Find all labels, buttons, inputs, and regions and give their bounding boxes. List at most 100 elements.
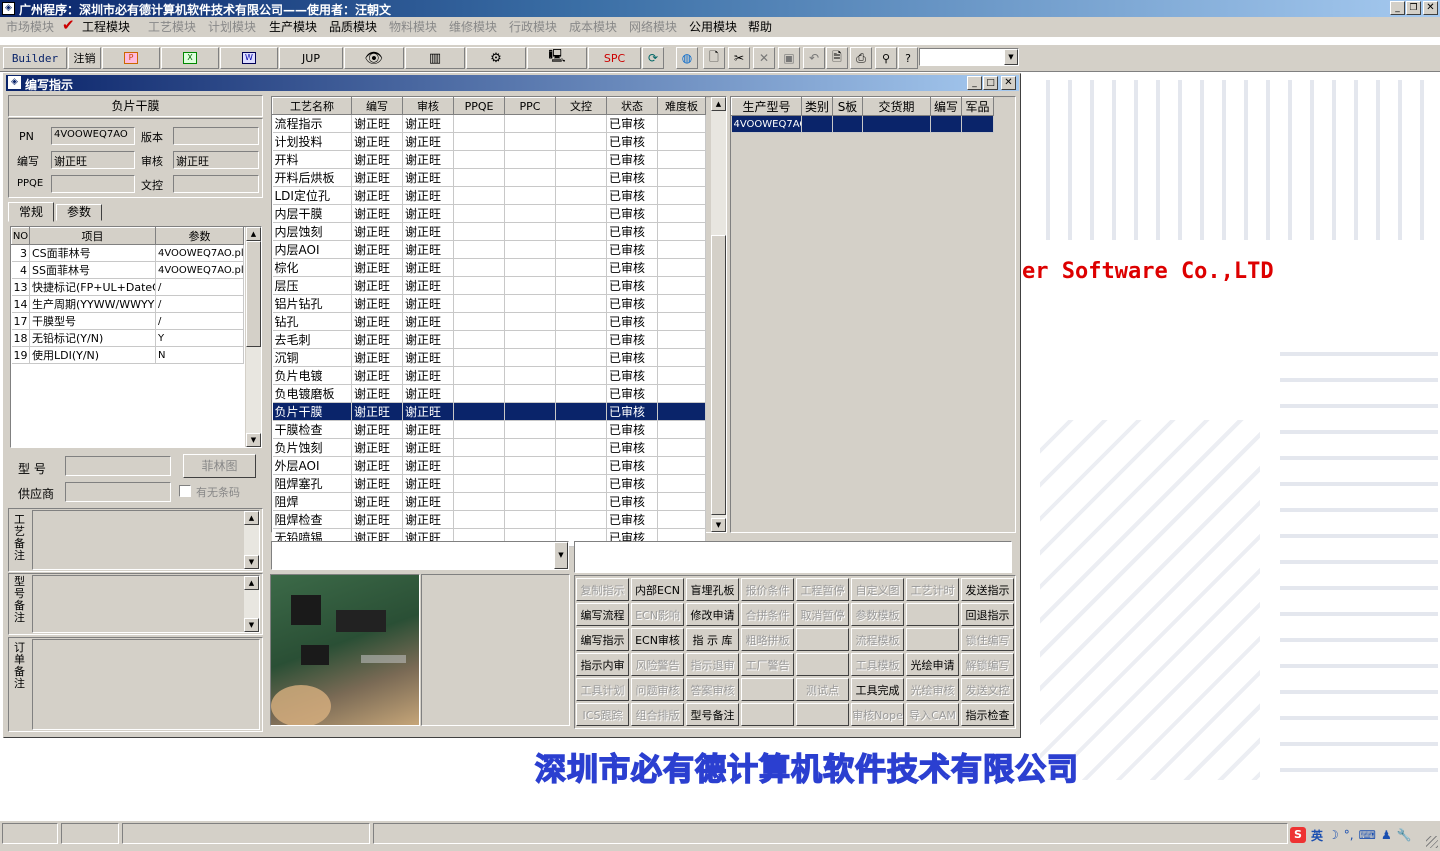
order-col-header[interactable]: 生产型号 <box>731 97 802 116</box>
word-icon[interactable]: W <box>220 47 278 69</box>
left-combo[interactable]: ▼ <box>271 541 569 570</box>
scroll-up-icon[interactable]: ▲ <box>244 576 259 590</box>
punctuation-icon[interactable]: °, <box>1344 828 1354 842</box>
barcode-checkbox[interactable] <box>179 485 191 497</box>
action-button[interactable]: 工厂警告 <box>741 653 794 676</box>
tab-general[interactable]: 常规 <box>8 202 54 222</box>
ime-language[interactable]: 英 <box>1311 827 1323 844</box>
undo-icon[interactable]: ↶ <box>803 47 825 69</box>
minimize-button[interactable]: _ <box>1390 1 1405 15</box>
database-icon[interactable]: ▥ <box>405 47 465 69</box>
action-button[interactable] <box>796 703 849 726</box>
help-icon[interactable]: ? <box>898 47 918 69</box>
action-button[interactable]: 编写流程 <box>576 603 629 626</box>
process-col-header[interactable]: PPC <box>504 97 556 115</box>
author-field[interactable]: 谢正旺 <box>51 151 135 169</box>
table-row[interactable]: 计划投料 谢正旺 谢正旺 已审核 <box>272 132 706 151</box>
globe-icon[interactable]: ◍ <box>676 47 698 69</box>
action-button[interactable]: ECN影响 <box>631 603 684 626</box>
action-button[interactable] <box>796 653 849 676</box>
action-button[interactable]: 型号备注 <box>686 703 739 726</box>
powerpoint-icon[interactable]: P <box>102 47 160 69</box>
model-field[interactable] <box>65 456 171 476</box>
excel-icon[interactable]: X <box>161 47 219 69</box>
action-button[interactable]: 修改申请 <box>686 603 739 626</box>
order-col-header[interactable]: 军品 <box>961 97 994 116</box>
scroll-down-icon[interactable]: ▼ <box>244 618 259 632</box>
moon-icon[interactable]: ☽ <box>1328 828 1339 842</box>
logout-button[interactable]: 注销 <box>68 47 101 69</box>
wk-field[interactable] <box>173 175 259 193</box>
scroll-up-icon[interactable]: ▲ <box>244 511 259 525</box>
action-button[interactable] <box>906 628 959 651</box>
table-row[interactable]: LDI定位孔 谢正旺 谢正旺 已审核 <box>272 186 706 205</box>
new-file-icon[interactable]: 🗋 <box>703 47 725 69</box>
table-row[interactable]: 开料 谢正旺 谢正旺 已审核 <box>272 150 706 169</box>
action-button[interactable]: 回退指示 <box>961 603 1014 626</box>
action-button[interactable]: 参数模板 <box>851 603 904 626</box>
table-row[interactable]: 负电镀磨板 谢正旺 谢正旺 已审核 <box>272 384 706 403</box>
action-button[interactable]: 指示内审 <box>576 653 629 676</box>
param-scrollbar[interactable]: ▲ ▼ <box>245 227 261 447</box>
menu-cost[interactable]: 成本模块 <box>569 18 617 35</box>
sogou-icon[interactable]: S <box>1290 827 1306 843</box>
menu-engineering[interactable]: 工程模块 <box>82 18 130 35</box>
order-col-header[interactable]: 编写 <box>930 97 962 116</box>
film-button[interactable]: 菲林图 <box>183 454 256 478</box>
network-icon[interactable]: ⚙ <box>466 47 526 69</box>
action-button[interactable]: 复制指示 <box>576 578 629 601</box>
ppqe-field[interactable] <box>51 175 135 193</box>
action-button[interactable]: 合拼条件 <box>741 603 794 626</box>
process-col-header[interactable]: 编写 <box>351 97 403 115</box>
action-button[interactable]: ICS跟踪 <box>576 703 629 726</box>
table-row[interactable]: 3 CS面菲林号 4VOOWEQ7AO.plr <box>11 244 244 262</box>
table-row[interactable]: 阻焊 谢正旺 谢正旺 已审核 <box>272 492 706 511</box>
preview-icon[interactable]: 🗎 <box>826 47 848 69</box>
tab-params[interactable]: 参数 <box>56 204 102 221</box>
eye-icon[interactable]: 👁 <box>344 47 404 69</box>
process-col-header[interactable]: 难度板 <box>657 97 706 115</box>
action-button[interactable]: 指示检查 <box>961 703 1014 726</box>
action-button[interactable]: 工程暂停 <box>796 578 849 601</box>
process-col-header[interactable]: 工艺名称 <box>272 97 352 115</box>
action-button[interactable]: 光绘申请 <box>906 653 959 676</box>
scroll-up-icon[interactable]: ▲ <box>711 97 726 111</box>
pn-field[interactable]: 4VOOWEQ7AO <box>51 127 135 145</box>
cut-icon[interactable]: ✂ <box>728 47 750 69</box>
table-row[interactable]: 内层蚀刻 谢正旺 谢正旺 已审核 <box>272 222 706 241</box>
wrench-icon[interactable]: 🔧 <box>1397 828 1412 842</box>
menu-help[interactable]: 帮助 <box>748 18 772 35</box>
action-button[interactable]: 工艺计时 <box>906 578 959 601</box>
chevron-down-icon[interactable]: ▼ <box>554 542 568 569</box>
child-close-button[interactable]: ✕ <box>1001 76 1016 90</box>
table-row[interactable]: 内层AOI 谢正旺 谢正旺 已审核 <box>272 240 706 259</box>
table-row[interactable]: 负片干膜 谢正旺 谢正旺 已审核 <box>272 402 706 421</box>
scroll-up-icon[interactable]: ▲ <box>246 227 261 241</box>
action-button[interactable]: 导入CAM <box>906 703 959 726</box>
process-col-header[interactable]: 状态 <box>606 97 658 115</box>
action-button[interactable]: 发送指示 <box>961 578 1014 601</box>
table-row[interactable]: 外层AOI 谢正旺 谢正旺 已审核 <box>272 456 706 475</box>
action-button[interactable]: 工具计划 <box>576 678 629 701</box>
spc-button[interactable]: SPC <box>588 47 641 69</box>
resize-grip[interactable] <box>1426 836 1438 848</box>
note3-textarea[interactable] <box>32 639 260 730</box>
close-button[interactable]: ✕ <box>1423 1 1438 15</box>
menu-plan[interactable]: 计划模块 <box>208 18 256 35</box>
action-button[interactable] <box>796 628 849 651</box>
supplier-field[interactable] <box>65 482 171 502</box>
table-row[interactable]: 棕化 谢正旺 谢正旺 已审核 <box>272 258 706 277</box>
table-row[interactable]: 18 无铅标记(Y/N) Y <box>11 329 244 347</box>
action-button[interactable]: 编写指示 <box>576 628 629 651</box>
child-maximize-button[interactable]: □ <box>983 76 998 90</box>
table-row[interactable]: 开料后烘板 谢正旺 谢正旺 已审核 <box>272 168 706 187</box>
menu-quality[interactable]: 品质模块 <box>329 18 377 35</box>
delete-icon[interactable]: ✕ <box>753 47 775 69</box>
action-button[interactable]: 指 示 库 <box>686 628 739 651</box>
action-button[interactable]: ECN审核 <box>631 628 684 651</box>
table-row[interactable]: 钻孔 谢正旺 谢正旺 已审核 <box>272 312 706 331</box>
binoculars-icon[interactable]: ⚲ <box>875 47 897 69</box>
menu-common[interactable]: 公用模块 <box>689 18 737 35</box>
right-input[interactable] <box>574 541 1012 573</box>
table-row[interactable]: 19 使用LDI(Y/N) N <box>11 346 244 364</box>
